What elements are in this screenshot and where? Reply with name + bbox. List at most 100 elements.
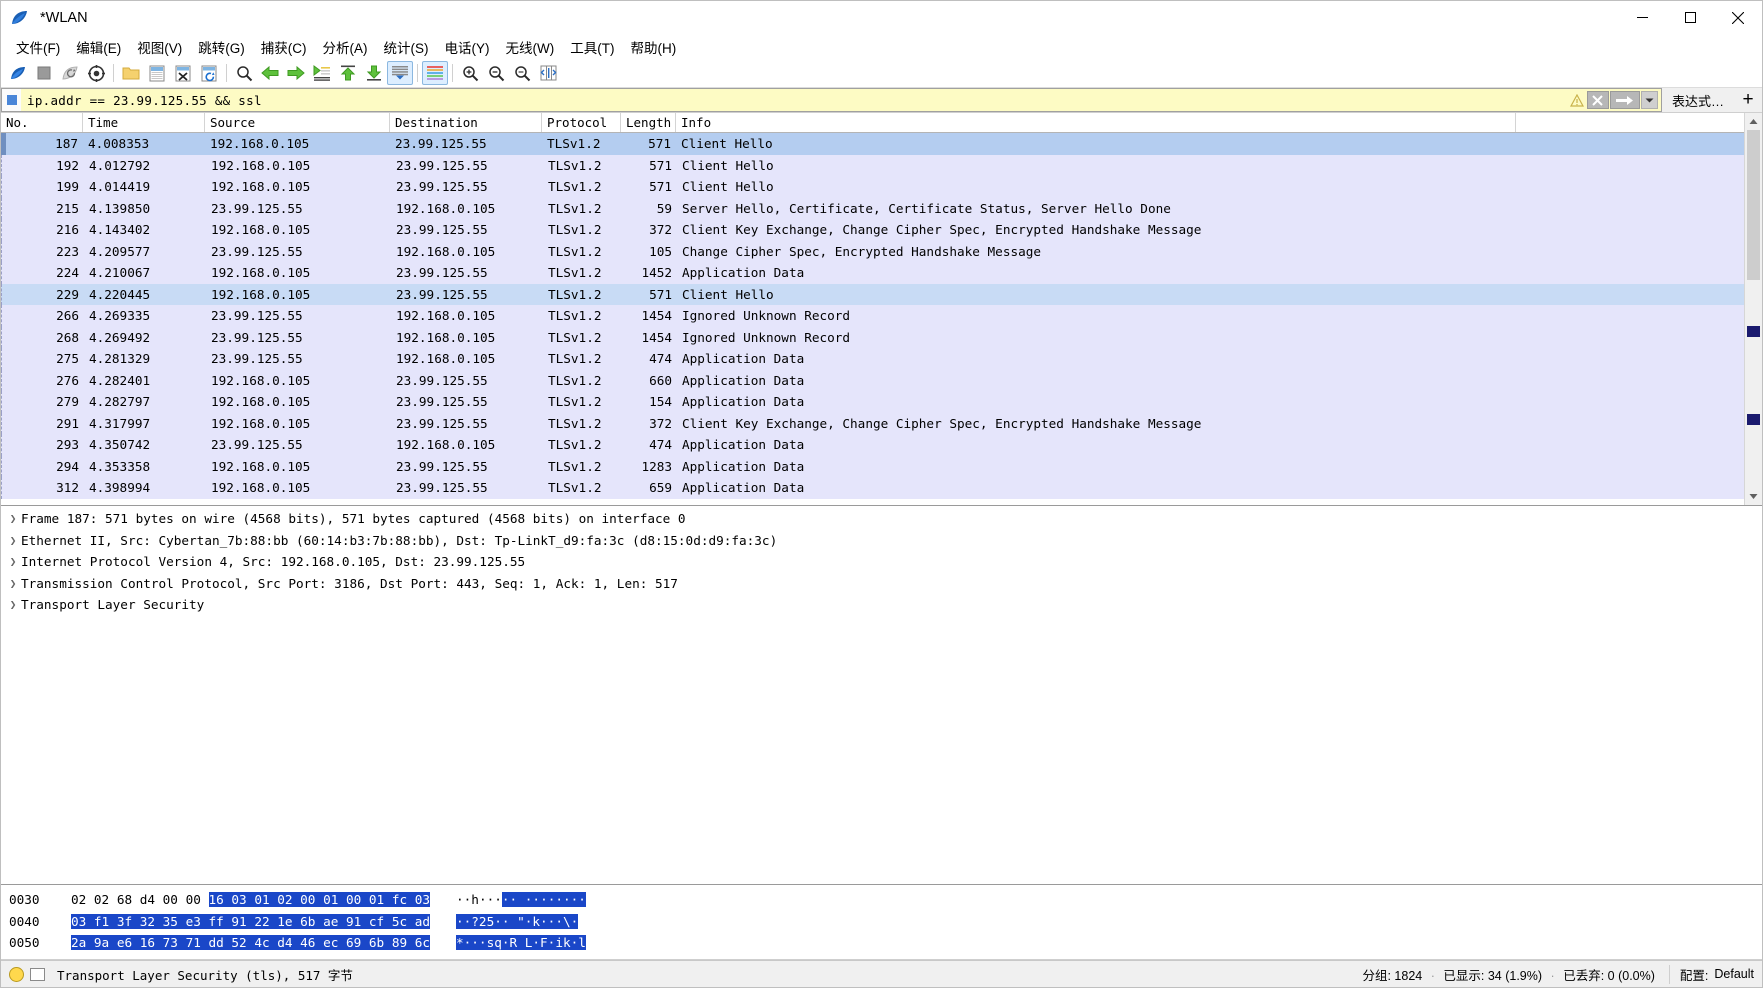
stop-capture-icon[interactable] xyxy=(31,61,57,85)
detail-tree-item[interactable]: ❯ Transport Layer Security xyxy=(1,594,1762,616)
go-to-packet-icon[interactable] xyxy=(309,61,335,85)
maximize-icon[interactable] xyxy=(1666,1,1714,34)
column-header-no[interactable]: No. xyxy=(1,113,83,132)
table-row[interactable]: 275 4.281329 23.99.125.55 192.168.0.105 TLSv… xyxy=(1,348,1744,370)
go-forward-icon[interactable] xyxy=(283,61,309,85)
chevron-right-icon[interactable]: ❯ xyxy=(5,577,21,590)
close-icon[interactable] xyxy=(1714,1,1762,34)
detail-tree-item[interactable]: ❯ Ethernet II, Src: Cybertan_7b:88:bb (60… xyxy=(1,530,1762,552)
expert-info-circle-icon[interactable] xyxy=(9,966,24,982)
packet-bytes-pane[interactable]: 0030 02 02 68 d4 00 00 16 03 01 02 00 01 … xyxy=(1,885,1762,960)
table-row[interactable]: 192 4.012792 192.168.0.105 23.99.125.55 TLSv… xyxy=(1,154,1744,176)
menu-analyze[interactable]: 分析(A) xyxy=(315,34,376,60)
hex-ascii: *···sq·R L·F·ik·l xyxy=(456,935,586,951)
table-row[interactable]: 187 4.008353 192.168.0.105 23.99.125.55 TLSv… xyxy=(1,133,1744,155)
cell-length: 571 xyxy=(649,157,672,173)
packet-details-pane[interactable]: ❯ Frame 187: 571 bytes on wire (4568 bits… xyxy=(1,506,1762,885)
resize-columns-icon[interactable] xyxy=(535,61,561,85)
menu-tools[interactable]: 工具(T) xyxy=(562,34,622,60)
table-row[interactable]: 216 4.143402 192.168.0.105 23.99.125.55 TLSv… xyxy=(1,219,1744,241)
filter-expression-button[interactable]: 表达式… xyxy=(1661,88,1734,112)
cell-info: Application Data xyxy=(682,265,805,281)
detail-tree-item[interactable]: ❯ Frame 187: 571 bytes on wire (4568 bits… xyxy=(1,508,1762,530)
menu-go[interactable]: 跳转(G) xyxy=(190,34,253,60)
table-row[interactable]: 268 4.269492 23.99.125.55 192.168.0.105 TLSv… xyxy=(1,326,1744,348)
cell-info: Change Cipher Spec, Encrypted Handshake … xyxy=(682,243,1042,259)
colorize-packets-icon[interactable] xyxy=(422,61,448,85)
table-row[interactable]: 229 4.220445 192.168.0.105 23.99.125.55 TLSv… xyxy=(1,283,1744,305)
table-row[interactable]: 266 4.269335 23.99.125.55 192.168.0.105 TLSv… xyxy=(1,305,1744,327)
packet-list-body[interactable]: 187 4.008353 192.168.0.105 23.99.125.55 TLSv… xyxy=(1,133,1744,505)
zoom-out-icon[interactable] xyxy=(483,61,509,85)
menu-capture[interactable]: 捕获(C) xyxy=(253,34,315,60)
chevron-right-icon[interactable]: ❯ xyxy=(5,555,21,568)
restart-capture-icon[interactable] xyxy=(57,61,83,85)
cell-destination: 192.168.0.105 xyxy=(396,243,496,259)
table-row[interactable]: 224 4.210067 192.168.0.105 23.99.125.55 TLSv… xyxy=(1,262,1744,284)
start-capture-icon[interactable] xyxy=(5,61,31,85)
menu-statistics[interactable]: 统计(S) xyxy=(376,34,437,60)
filter-input[interactable]: ip.addr == 23.99.125.55 && ssl xyxy=(21,88,1567,112)
hex-dump-row[interactable]: 0030 02 02 68 d4 00 00 16 03 01 02 00 01 … xyxy=(9,889,1762,911)
save-file-icon[interactable] xyxy=(144,61,170,85)
apply-filter-arrow-icon[interactable] xyxy=(1609,91,1640,109)
auto-scroll-icon[interactable] xyxy=(387,61,413,85)
capture-options-icon[interactable] xyxy=(83,61,109,85)
reload-file-icon[interactable] xyxy=(196,61,222,85)
chevron-down-icon[interactable] xyxy=(1640,91,1658,109)
bookmark-icon[interactable] xyxy=(1,88,21,112)
packet-list-scrollbar[interactable] xyxy=(1744,113,1762,505)
find-packet-icon[interactable] xyxy=(231,61,257,85)
packets-value: 1824 xyxy=(1394,968,1423,983)
scroll-down-arrow-icon[interactable] xyxy=(1745,488,1762,505)
cell-time: 4.012792 xyxy=(89,157,151,173)
menu-help[interactable]: 帮助(H) xyxy=(622,34,684,60)
chevron-right-icon[interactable]: ❯ xyxy=(5,598,21,611)
hex-bytes-selected: 2a 9a e6 16 73 71 dd 52 4c d4 46 ec 69 6… xyxy=(71,935,431,951)
minimize-icon[interactable] xyxy=(1618,1,1666,34)
hex-dump-row[interactable]: 0040 03 f1 3f 32 35 e3 ff 91 22 1e 6b ae … xyxy=(9,911,1762,933)
table-row[interactable]: 215 4.139850 23.99.125.55 192.168.0.105 TLSv… xyxy=(1,197,1744,219)
table-row[interactable]: 312 4.398994 192.168.0.105 23.99.125.55 TLSv… xyxy=(1,477,1744,499)
cell-length: 1454 xyxy=(641,308,672,324)
table-row[interactable]: 293 4.350742 23.99.125.55 192.168.0.105 TLSv… xyxy=(1,434,1744,456)
chevron-right-icon[interactable]: ❯ xyxy=(5,512,21,525)
column-header-length[interactable]: Length xyxy=(621,113,676,132)
zoom-reset-icon[interactable] xyxy=(509,61,535,85)
detail-tree-item[interactable]: ❯ Internet Protocol Version 4, Src: 192.1… xyxy=(1,551,1762,573)
detail-tree-item[interactable]: ❯ Transmission Control Protocol, Src Port… xyxy=(1,573,1762,595)
menu-wireless[interactable]: 无线(W) xyxy=(498,34,563,60)
menu-file[interactable]: 文件(F) xyxy=(8,34,68,60)
packet-list[interactable]: No. Time Source Destination Protocol Length In… xyxy=(1,113,1744,505)
clear-filter-icon[interactable] xyxy=(1586,91,1609,109)
close-file-icon[interactable] xyxy=(170,61,196,85)
column-header-time[interactable]: Time xyxy=(83,113,205,132)
chevron-right-icon[interactable]: ❯ xyxy=(5,534,21,547)
hex-dump-row[interactable]: 0050 2a 9a e6 16 73 71 dd 52 4c d4 46 ec … xyxy=(9,932,1762,954)
table-row[interactable]: 199 4.014419 192.168.0.105 23.99.125.55 TLSv… xyxy=(1,176,1744,198)
go-to-last-packet-icon[interactable] xyxy=(361,61,387,85)
cell-destination: 23.99.125.55 xyxy=(396,372,488,388)
table-row[interactable]: 294 4.353358 192.168.0.105 23.99.125.55 TLSv… xyxy=(1,455,1744,477)
scrollbar-thumb[interactable] xyxy=(1747,130,1760,280)
column-header-protocol[interactable]: Protocol xyxy=(542,113,621,132)
scroll-up-arrow-icon[interactable] xyxy=(1745,113,1762,130)
scrollbar-track[interactable] xyxy=(1745,130,1762,488)
capture-file-icon[interactable] xyxy=(30,967,45,981)
add-filter-button[interactable]: + xyxy=(1734,88,1762,112)
status-profile[interactable]: 配置: Default xyxy=(1668,964,1762,984)
column-header-destination[interactable]: Destination xyxy=(390,113,542,132)
column-header-source[interactable]: Source xyxy=(205,113,390,132)
column-header-info[interactable]: Info xyxy=(676,113,1516,132)
menu-view[interactable]: 视图(V) xyxy=(129,34,190,60)
table-row[interactable]: 279 4.282797 192.168.0.105 23.99.125.55 TLSv… xyxy=(1,391,1744,413)
zoom-in-icon[interactable] xyxy=(457,61,483,85)
table-row[interactable]: 291 4.317997 192.168.0.105 23.99.125.55 TLSv… xyxy=(1,412,1744,434)
table-row[interactable]: 223 4.209577 23.99.125.55 192.168.0.105 TLSv… xyxy=(1,240,1744,262)
menu-edit[interactable]: 编辑(E) xyxy=(68,34,129,60)
menu-telephony[interactable]: 电话(Y) xyxy=(437,34,498,60)
table-row[interactable]: 276 4.282401 192.168.0.105 23.99.125.55 TLSv… xyxy=(1,369,1744,391)
open-file-icon[interactable] xyxy=(118,61,144,85)
go-back-icon[interactable] xyxy=(257,61,283,85)
go-to-first-packet-icon[interactable] xyxy=(335,61,361,85)
